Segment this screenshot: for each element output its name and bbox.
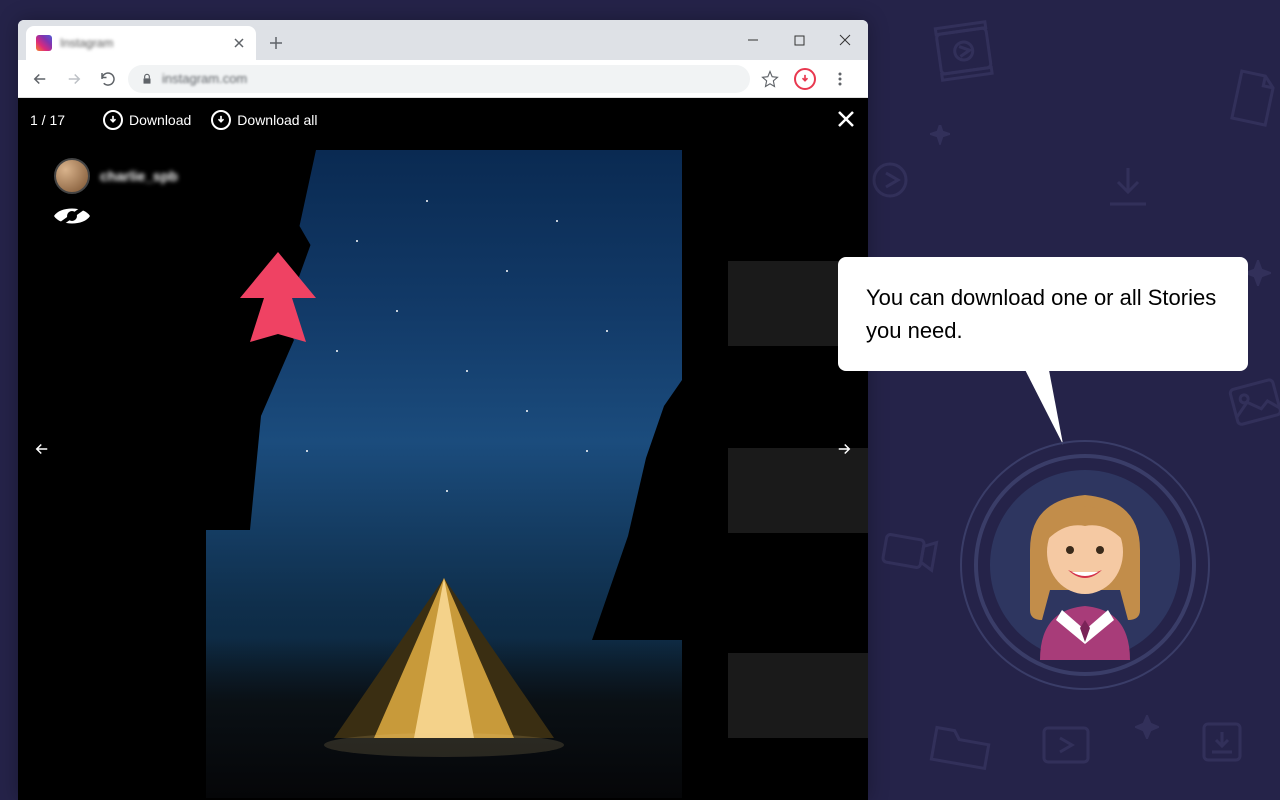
download-button[interactable]: Download xyxy=(103,110,191,130)
bg-video2-icon xyxy=(1040,720,1100,775)
bookmark-star-icon[interactable] xyxy=(756,65,784,93)
bg-photo-icon xyxy=(1225,374,1280,435)
story-topbar: 1 / 17 Download Download all xyxy=(18,98,868,142)
download-icon xyxy=(103,110,123,130)
download-all-button[interactable]: Download all xyxy=(211,110,317,130)
close-tab-icon[interactable] xyxy=(232,36,246,50)
back-button[interactable] xyxy=(26,65,54,93)
annotation-cursor-icon xyxy=(238,248,328,348)
extension-icon[interactable] xyxy=(794,68,816,90)
forward-button[interactable] xyxy=(60,65,88,93)
bg-sparkle3-icon xyxy=(1245,260,1271,291)
assistant-avatar xyxy=(960,440,1210,690)
instagram-favicon xyxy=(36,35,52,51)
browser-window: Instagram xyxy=(18,20,868,800)
close-window-button[interactable] xyxy=(822,20,868,60)
tab-title: Instagram xyxy=(60,36,224,50)
download-all-label: Download all xyxy=(237,112,317,128)
bg-file-icon xyxy=(1224,66,1280,135)
tab-bar: Instagram xyxy=(18,20,868,60)
bg-download-icon xyxy=(1100,160,1156,221)
story-user-row[interactable]: charlie_spb xyxy=(54,158,178,194)
download-label: Download xyxy=(129,112,191,128)
bg-camera-icon xyxy=(876,525,942,583)
lock-icon xyxy=(140,72,154,86)
tooltip-text: You can download one or all Stories you … xyxy=(866,285,1216,343)
prev-story-button[interactable] xyxy=(28,435,56,463)
next-story-button[interactable] xyxy=(830,435,858,463)
bg-download2-icon xyxy=(1200,720,1244,769)
url-text: instagram.com xyxy=(162,71,247,86)
close-story-button[interactable] xyxy=(836,109,856,132)
maximize-button[interactable] xyxy=(776,20,822,60)
tent-graphic xyxy=(314,578,574,758)
story-viewer: 1 / 17 Download Download all charlie_spb xyxy=(18,98,868,800)
url-field[interactable]: instagram.com xyxy=(128,65,750,93)
browser-menu-icon[interactable] xyxy=(826,65,854,93)
minimize-button[interactable] xyxy=(730,20,776,60)
bg-sparkle2-icon xyxy=(930,125,950,150)
avatar xyxy=(54,158,90,194)
reload-button[interactable] xyxy=(94,65,122,93)
bg-video-icon xyxy=(931,15,1011,89)
tooltip-speech-bubble: You can download one or all Stories you … xyxy=(838,257,1248,371)
story-thumbnail xyxy=(728,653,868,738)
story-counter: 1 / 17 xyxy=(30,112,65,128)
hide-icon[interactable] xyxy=(52,202,92,235)
bg-folder-icon xyxy=(926,715,996,778)
address-bar: instagram.com xyxy=(18,60,868,98)
bg-sparkle-icon xyxy=(1135,715,1159,744)
username: charlie_spb xyxy=(100,168,178,184)
bg-play-icon xyxy=(870,160,910,205)
browser-tab[interactable]: Instagram xyxy=(26,26,256,60)
new-tab-button[interactable] xyxy=(262,29,290,57)
download-all-icon xyxy=(211,110,231,130)
